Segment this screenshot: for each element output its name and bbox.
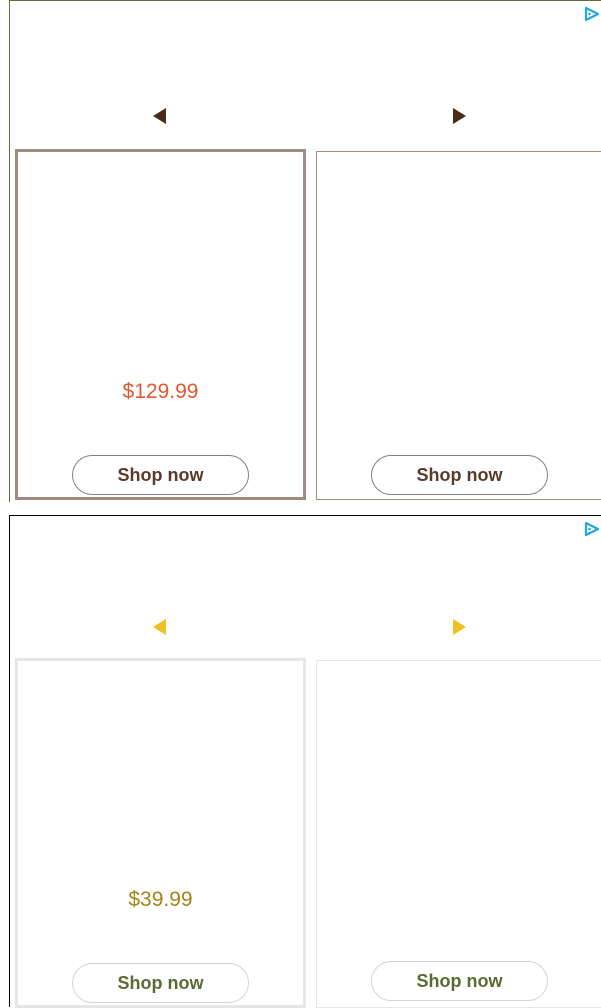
product-card[interactable]: $39.99 Shop now [15,658,306,1008]
arrow-left-icon[interactable] [153,108,166,124]
ad-unit-1: $129.99 Shop now Shop now [9,0,601,502]
arrow-right-icon[interactable] [453,108,466,124]
product-price: $39.99 [128,888,193,911]
shop-now-button[interactable]: Shop now [72,963,249,1003]
arrow-right-icon[interactable] [453,619,466,635]
shop-now-button[interactable]: Shop now [72,455,249,495]
adchoices-icon[interactable] [584,6,600,22]
product-card[interactable]: Shop now [316,660,601,1008]
product-card[interactable]: Shop now [316,151,601,500]
shop-now-button[interactable]: Shop now [371,961,548,1001]
product-card[interactable]: $129.99 Shop now [15,149,306,500]
adchoices-icon[interactable] [584,521,600,537]
arrow-left-icon[interactable] [153,619,166,635]
shop-now-button[interactable]: Shop now [371,455,548,495]
ad-unit-2: $39.99 Shop now Shop now [9,515,601,1008]
product-price: $129.99 [122,380,199,403]
